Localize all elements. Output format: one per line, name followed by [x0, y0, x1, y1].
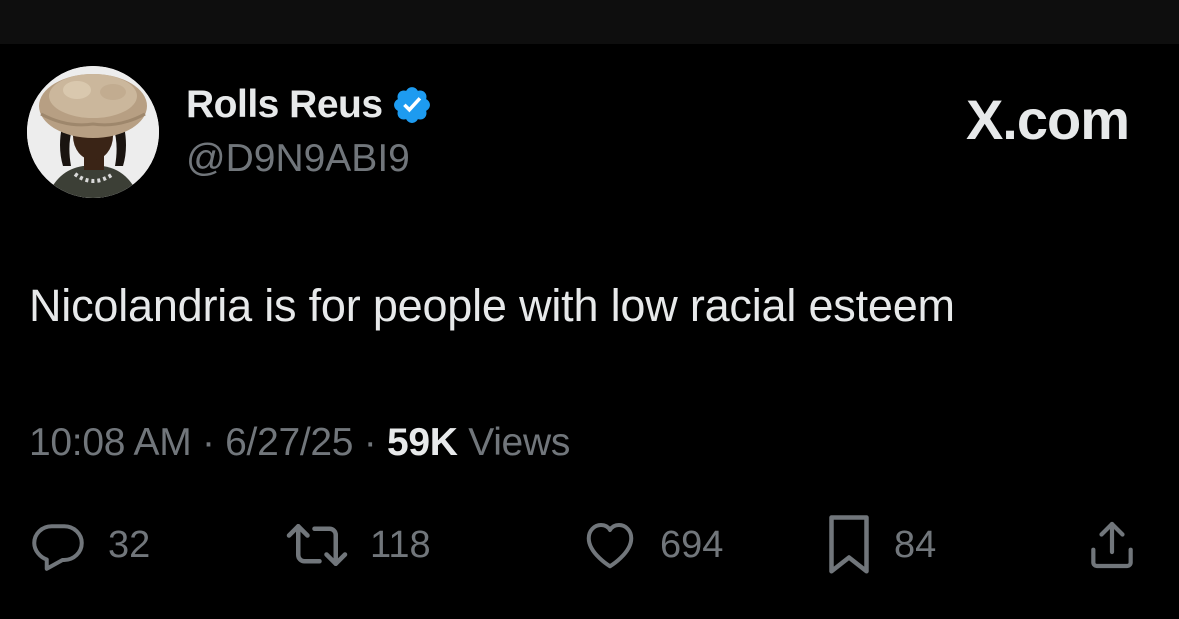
reply-button[interactable]: 32	[28, 512, 150, 578]
author-avatar[interactable]	[27, 66, 159, 198]
like-count: 694	[660, 523, 724, 566]
bookmark-button[interactable]: 84	[824, 512, 936, 578]
verified-badge-icon[interactable]	[391, 84, 433, 126]
like-button[interactable]: 694	[580, 512, 723, 578]
author-display-name[interactable]: Rolls Reus	[186, 83, 383, 127]
avatar-image	[27, 66, 159, 198]
site-label: X.com	[965, 88, 1130, 151]
views-count[interactable]: 59K	[387, 421, 458, 464]
action-bar: 32 118 694 84	[0, 512, 1179, 578]
tweet-text: Nicolandria is for people with low racia…	[29, 280, 955, 331]
heart-icon	[586, 523, 634, 569]
author-name-row[interactable]: Rolls Reus	[186, 82, 433, 128]
repost-button[interactable]: 118	[284, 512, 431, 578]
tweet-date[interactable]: 6/27/25	[225, 421, 353, 464]
repost-count: 118	[370, 523, 431, 566]
author-handle[interactable]: @D9N9ABI9	[186, 137, 410, 181]
repost-icon	[286, 524, 348, 566]
views-label: Views	[468, 421, 571, 464]
tweet-meta: 10:08 AM · 6/27/25 · 59K Views	[29, 421, 570, 465]
bookmark-icon	[829, 515, 869, 574]
reply-icon	[32, 524, 84, 571]
share-button[interactable]	[1084, 512, 1140, 578]
reply-count: 32	[108, 523, 151, 566]
share-icon	[1091, 521, 1133, 569]
meta-separator: ·	[363, 421, 377, 464]
meta-separator: ·	[201, 421, 215, 464]
bookmark-count: 84	[894, 523, 937, 566]
tweet-time[interactable]: 10:08 AM	[29, 421, 192, 464]
top-bar	[0, 0, 1179, 44]
